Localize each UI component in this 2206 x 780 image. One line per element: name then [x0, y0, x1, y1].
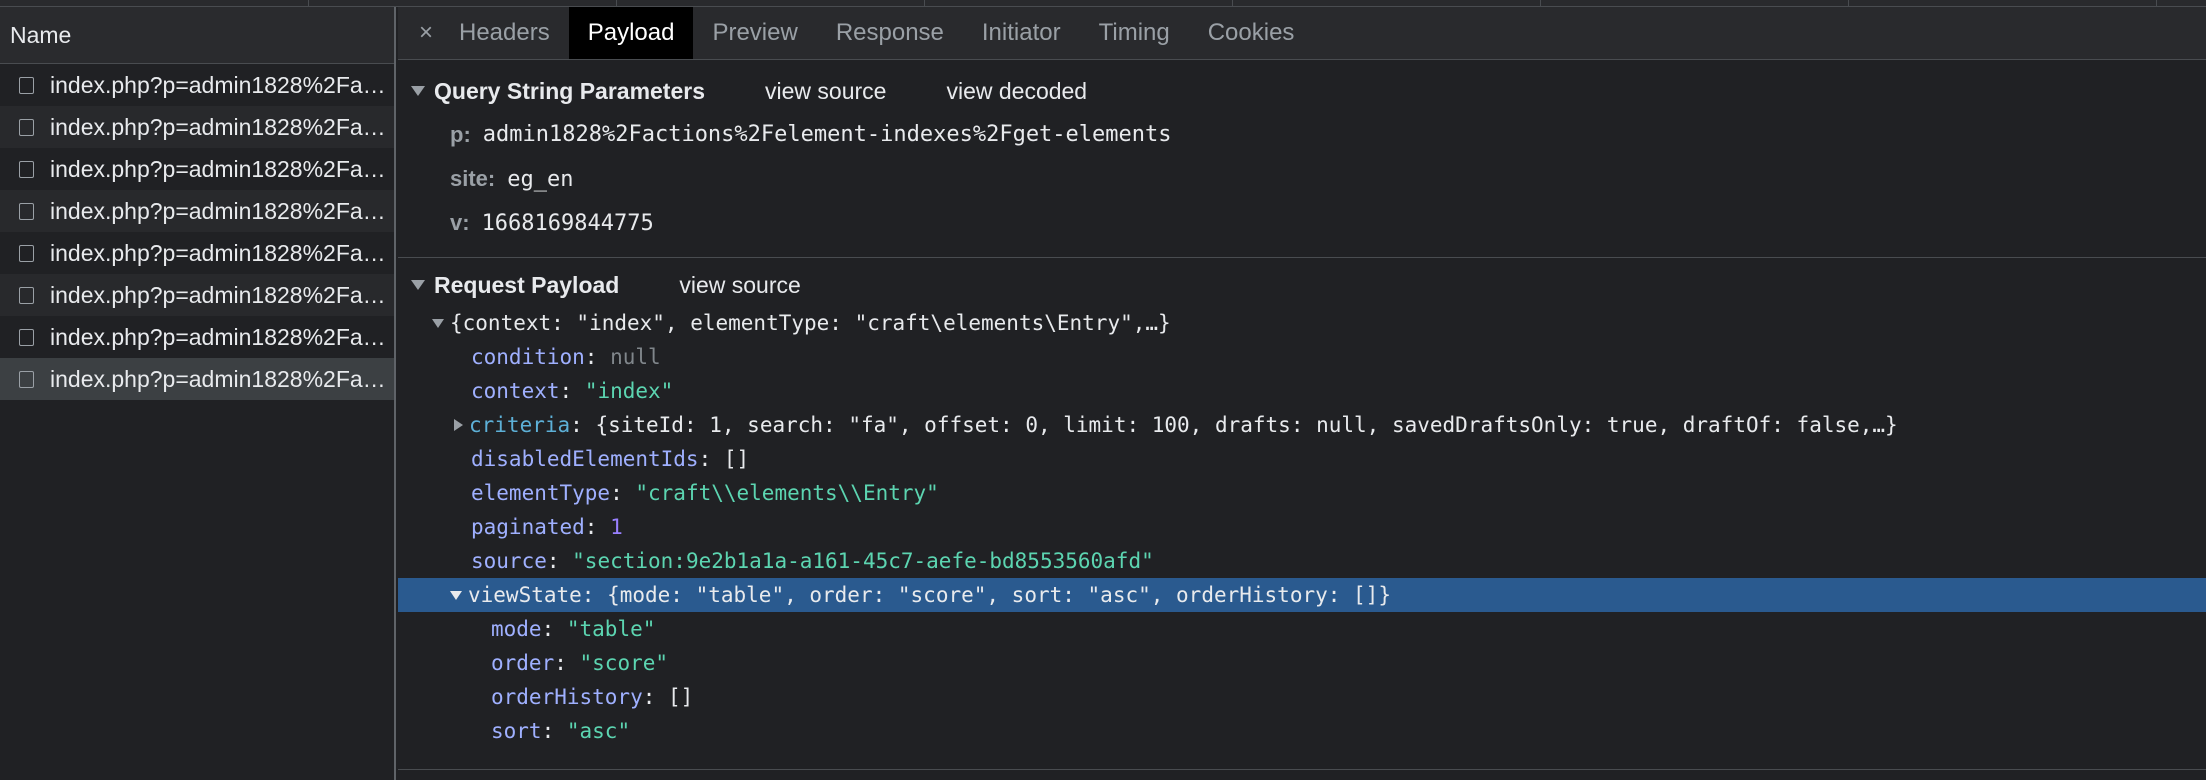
request-row[interactable]: index.php?p=admin1828%2Factions%2Felemen…: [0, 232, 394, 274]
tree-node-selected[interactable]: viewState: {mode: "table", order: "score…: [398, 578, 2206, 612]
tab-timing[interactable]: Timing: [1080, 7, 1189, 59]
details-panel: × Headers Payload Preview Response Initi…: [398, 7, 2206, 780]
expand-triangle-icon[interactable]: [450, 590, 462, 600]
tree-root[interactable]: {context: "index", elementType: "craft\e…: [398, 306, 2206, 340]
collapse-triangle-icon[interactable]: [411, 86, 425, 96]
param-key: site:: [450, 166, 496, 191]
view-decoded-link[interactable]: view decoded: [946, 78, 1087, 105]
top-timeline-strip: [0, 0, 2206, 7]
tab-preview[interactable]: Preview: [693, 7, 816, 59]
view-source-link[interactable]: view source: [679, 272, 800, 299]
request-row[interactable]: index.php?p=admin1828%2Factions%2Felemen…: [0, 316, 394, 358]
request-row[interactable]: index.php?p=admin1828%2Factions%2Felemen…: [0, 190, 394, 232]
payload-tree: {context: "index", elementType: "craft\e…: [398, 306, 2206, 748]
tab-cookies[interactable]: Cookies: [1189, 7, 1314, 59]
name-column-header[interactable]: Name: [0, 7, 394, 64]
tree-node: paginated: 1: [471, 515, 623, 539]
tree-node: disabledElementIds: []: [471, 447, 750, 471]
tab-headers[interactable]: Headers: [440, 7, 569, 59]
section-title: Request Payload: [434, 271, 620, 298]
tab-payload[interactable]: Payload: [568, 7, 694, 59]
tree-node-collapsed[interactable]: criteria: {siteId: 1, search: "fa", offs…: [398, 408, 2206, 442]
param-key: p:: [450, 121, 471, 147]
tab-initiator[interactable]: Initiator: [963, 7, 1080, 59]
request-list-panel: Name index.php?p=admin1828%2Factions%2Fe…: [0, 7, 396, 780]
document-icon: [19, 244, 34, 262]
request-row[interactable]: index.php?p=admin1828%2Factions%2Felemen…: [0, 148, 394, 190]
query-param: p: admin1828%2Factions%2Felement-indexes…: [398, 112, 2206, 157]
tree-node: sort: "asc": [491, 719, 631, 743]
tree-node: elementType: "craft\\elements\\Entry": [471, 481, 939, 505]
details-tab-bar: × Headers Payload Preview Response Initi…: [398, 7, 2206, 60]
param-value: 1668169844775: [481, 210, 654, 236]
request-row[interactable]: index.php?p=admin1828%2Factions%2Felemen…: [0, 106, 394, 148]
section-title: Query String Parameters: [434, 77, 706, 104]
expand-triangle-icon[interactable]: [432, 318, 444, 328]
request-row-selected[interactable]: index.php?p=admin1828%2Factions%2Felemen…: [0, 358, 394, 400]
tree-node: source: "section:9e2b1a1a-a161-45c7-aefe…: [471, 549, 1154, 573]
document-icon: [19, 202, 34, 220]
query-param: site: eg_en: [398, 157, 2206, 201]
request-row[interactable]: index.php?p=admin1828%2Factions%2Felemen…: [0, 274, 394, 316]
tree-node: order: "score": [491, 651, 669, 675]
query-string-section-header[interactable]: Query String Parameters view source view…: [398, 70, 2206, 112]
expand-triangle-icon[interactable]: [454, 419, 463, 431]
param-key: v:: [450, 210, 470, 235]
document-icon: [19, 118, 34, 136]
tree-node: condition: null: [471, 345, 661, 369]
query-param: v: 1668169844775: [398, 201, 2206, 245]
document-icon: [19, 328, 34, 346]
request-payload-section-header[interactable]: Request Payload view source: [398, 264, 2206, 306]
view-source-link[interactable]: view source: [765, 78, 886, 105]
request-row[interactable]: index.php?p=admin1828%2Factions%2Felemen…: [0, 64, 394, 106]
tree-node: orderHistory: []: [491, 685, 694, 709]
tree-node: context: "index": [471, 379, 674, 403]
document-icon: [19, 370, 34, 388]
param-value: admin1828%2Factions%2Felement-indexes%2F…: [482, 122, 1172, 147]
document-icon: [19, 286, 34, 304]
bottom-divider: [398, 769, 2206, 770]
document-icon: [19, 76, 34, 94]
close-icon[interactable]: ×: [412, 7, 440, 59]
param-value: eg_en: [507, 166, 574, 192]
document-icon: [19, 160, 34, 178]
tree-node: mode: "table": [491, 617, 656, 641]
tab-response[interactable]: Response: [817, 7, 963, 59]
collapse-triangle-icon[interactable]: [411, 280, 425, 290]
